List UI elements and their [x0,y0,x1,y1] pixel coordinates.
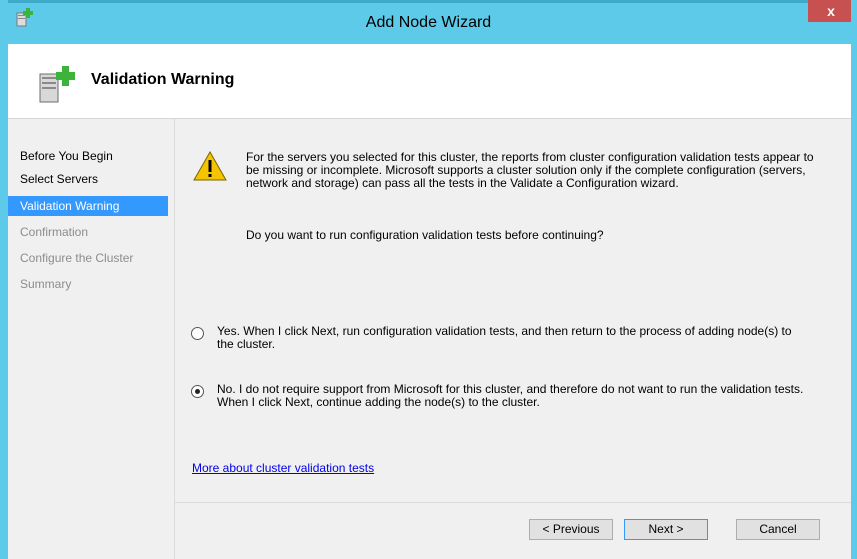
previous-button[interactable]: < Previous [529,519,613,540]
wizard-header: Validation Warning [8,44,851,119]
warning-message: For the servers you selected for this cl… [246,150,814,190]
cancel-button[interactable]: Cancel [736,519,820,540]
step-configure-cluster: Configure the Cluster [20,251,134,265]
window-title: Add Node Wizard [365,14,492,31]
window-frame-right [851,0,857,559]
warning-icon [193,151,227,181]
window-frame-left [0,0,8,559]
footer-divider [175,502,851,503]
step-summary: Summary [20,277,72,291]
radio-selected-dot [195,389,200,394]
wizard-step-list: Before You Begin Select Servers Validati… [8,119,175,559]
step-confirmation: Confirmation [20,225,89,239]
wizard-content: For the servers you selected for this cl… [175,119,851,559]
question-text: Do you want to run configuration validat… [246,228,604,242]
option-yes-label[interactable]: Yes. When I click Next, run configuratio… [217,325,807,351]
title-bar-top-strip [0,0,857,3]
next-button[interactable]: Next > [624,519,708,540]
radio-no[interactable] [191,385,204,398]
close-button[interactable]: x [808,0,854,22]
page-title: Validation Warning [91,71,235,88]
step-validation-warning: Validation Warning [8,196,168,216]
step-select-servers: Select Servers [20,172,99,186]
step-before-you-begin: Before You Begin [20,149,113,163]
radio-yes[interactable] [191,327,204,340]
option-no-label[interactable]: No. I do not require support from Micros… [217,383,807,409]
more-about-validation-link[interactable]: More about cluster validation tests [192,461,374,475]
server-add-icon [39,66,75,103]
title-bar: Add Node Wizard x [0,0,857,44]
